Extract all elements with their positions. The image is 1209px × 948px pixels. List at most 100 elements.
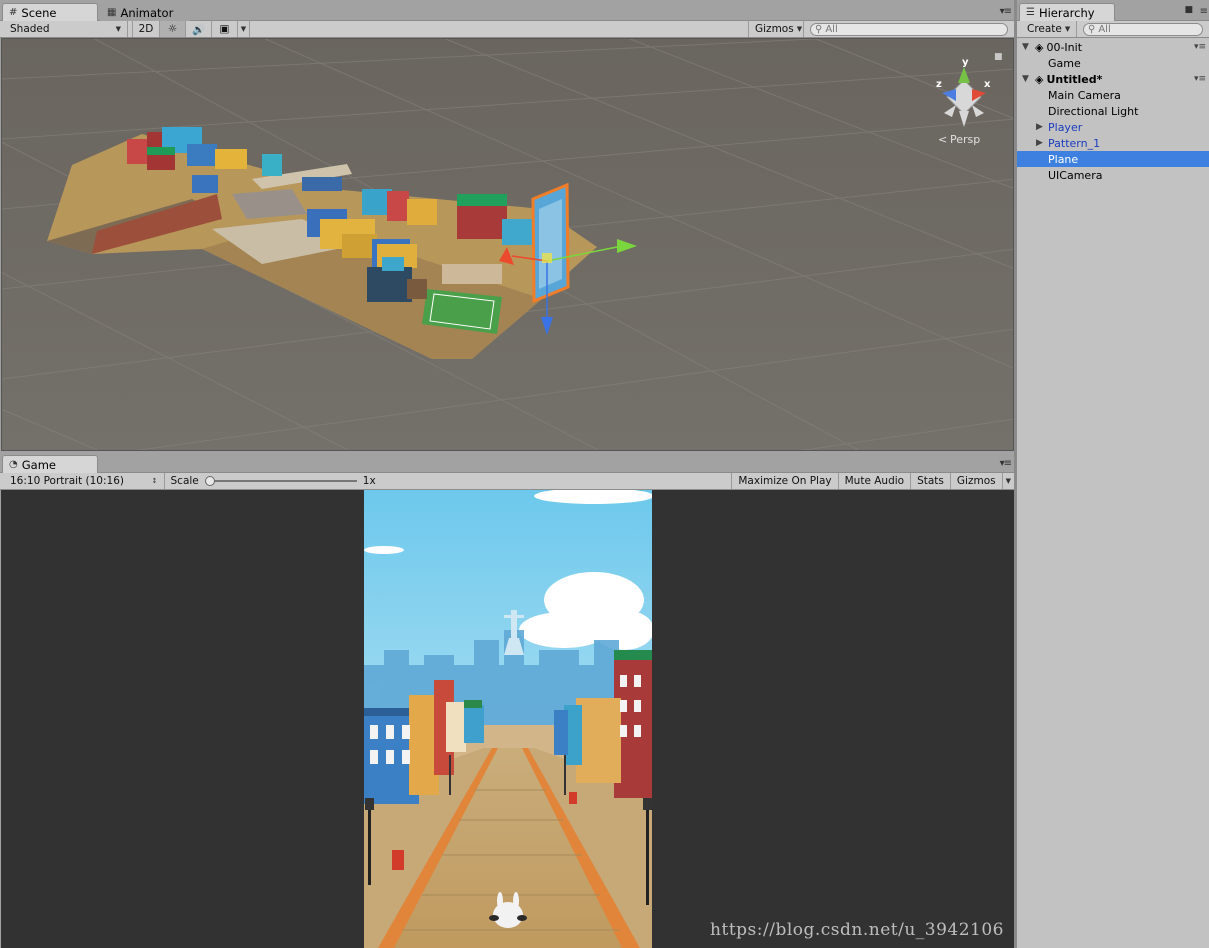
scene-render[interactable]: y x z ■ Persp < — [2, 39, 1014, 451]
hierarchy-item-label: Untitled* — [1046, 72, 1103, 86]
draw-mode-dropdown[interactable]: Shaded ▼ — [0, 21, 128, 37]
gizmo-x-label: x — [984, 79, 991, 90]
hierarchy-item-player[interactable]: ▶ Player — [1017, 119, 1209, 135]
tab-hierarchy[interactable]: ☰ Hierarchy — [1019, 3, 1115, 21]
collapsed-triangle-icon[interactable]: ▶ — [1036, 122, 1043, 132]
game-render — [364, 490, 652, 948]
chevron-down-icon: ▼ — [1064, 25, 1071, 33]
hierarchy-panel-menu-icon[interactable]: ≡ — [1200, 6, 1208, 17]
search-icon: ⚲ — [1088, 24, 1096, 35]
lock-icon: ■ — [994, 52, 1003, 62]
sun-icon: ☼ — [167, 23, 178, 35]
scene-panel-menu-icon[interactable]: ▾≡ — [1000, 6, 1012, 17]
chevron-updown-icon: ↕ — [151, 477, 158, 485]
scene-search-placeholder: All — [825, 24, 838, 35]
hierarchy-search-placeholder: All — [1098, 24, 1111, 35]
scene-effects-dropdown[interactable]: ▼ — [238, 21, 250, 37]
tab-game[interactable]: ◔ Game — [2, 455, 98, 473]
game-screen[interactable] — [364, 490, 652, 948]
watermark: https://blog.csdn.net/u_3942106 — [710, 920, 1004, 940]
game-gizmos-toggle[interactable]: Gizmos — [951, 473, 1003, 489]
create-label: Create — [1027, 23, 1062, 35]
chevron-down-icon: ▼ — [240, 25, 247, 33]
scale-value: 1x — [362, 475, 376, 487]
expanded-triangle-icon[interactable]: ▼ — [1022, 42, 1029, 52]
hierarchy-scene-00-init[interactable]: ▼ ◈ 00-Init ▾≡ — [1017, 39, 1209, 55]
lock-icon[interactable]: ■ — [1184, 5, 1193, 15]
scene-tabstrip: # Scene ▦ Animator ▾≡ — [0, 0, 1014, 21]
gizmo-z-label: z — [936, 79, 942, 90]
hierarchy-toolbar: Create ▼ ⚲ All — [1017, 21, 1209, 38]
scene-gizmos-dropdown[interactable]: Gizmos ▼ — [748, 21, 804, 37]
chevron-left-icon: < — [938, 133, 947, 146]
hierarchy-item-label: Game — [1048, 56, 1081, 70]
mode-2d-button[interactable]: 2D — [132, 21, 160, 37]
game-panel-menu-icon[interactable]: ▾≡ — [1000, 458, 1012, 469]
hierarchy-tabstrip: ☰ Hierarchy ■ ≡ — [1017, 0, 1209, 21]
hierarchy-item-game[interactable]: Game — [1017, 55, 1209, 71]
hierarchy-item-directional-light[interactable]: Directional Light — [1017, 103, 1209, 119]
mute-audio-label: Mute Audio — [844, 475, 905, 487]
hierarchy-item-plane[interactable]: Plane — [1017, 151, 1209, 167]
maximize-on-play-label: Maximize On Play — [738, 475, 832, 487]
chevron-down-icon: ▼ — [1005, 477, 1011, 485]
search-icon: ⚲ — [815, 24, 823, 35]
game-viewport[interactable]: https://blog.csdn.net/u_3942106 — [1, 490, 1014, 948]
expanded-triangle-icon[interactable]: ▼ — [1022, 74, 1029, 84]
chevron-down-icon: ▼ — [796, 25, 803, 33]
scale-slider-thumb[interactable] — [204, 476, 215, 486]
scale-label: Scale — [170, 475, 199, 487]
tab-hierarchy-label: Hierarchy — [1038, 5, 1095, 20]
scene-search-input[interactable]: ⚲ All — [810, 23, 1008, 36]
create-dropdown[interactable]: Create ▼ — [1017, 21, 1077, 37]
speaker-icon: 🔊 — [191, 23, 206, 36]
mute-audio-toggle[interactable]: Mute Audio — [839, 473, 912, 489]
list-icon: ☰ — [1026, 7, 1035, 18]
game-gizmos-dropdown[interactable]: ▼ — [1003, 473, 1014, 489]
hierarchy-item-label: Main Camera — [1048, 88, 1121, 102]
grid-icon: # — [9, 7, 18, 18]
scene-lighting-button[interactable]: ☼ — [160, 21, 186, 37]
hierarchy-tree: ▼ ◈ 00-Init ▾≡ Game ▼ ◈ Untitled* ▾≡ Mai… — [1017, 38, 1209, 948]
hierarchy-item-main-camera[interactable]: Main Camera — [1017, 87, 1209, 103]
game-toolbar: 16:10 Portrait (10:16) ↕ Scale 1x Maximi… — [0, 473, 1014, 490]
tab-scene[interactable]: # Scene — [2, 3, 98, 21]
chevron-down-icon: ▼ — [115, 25, 121, 33]
scene-toolbar: Shaded ▼ 2D ☼ 🔊 ▣ ▼ Gizmos ▼ ⚲ All — [0, 21, 1014, 38]
hierarchy-search-input[interactable]: ⚲ All — [1083, 23, 1203, 36]
gizmo-y-label: y — [962, 57, 969, 68]
collapsed-triangle-icon[interactable]: ▶ — [1036, 138, 1043, 148]
hierarchy-item-pattern-1[interactable]: ▶ Pattern_1 — [1017, 135, 1209, 151]
selected-plane — [531, 182, 570, 304]
hierarchy-item-label: 00-Init — [1046, 40, 1083, 54]
mode-2d-label: 2D — [138, 23, 154, 35]
stats-toggle[interactable]: Stats — [911, 473, 951, 489]
hierarchy-item-label: Pattern_1 — [1048, 136, 1101, 150]
tab-animator-label: Animator — [120, 5, 174, 20]
draw-mode-label: Shaded — [10, 23, 50, 35]
projection-label: Persp — [950, 133, 980, 146]
aspect-label: 16:10 Portrait (10:16) — [10, 475, 124, 487]
unity-scene-icon: ◈ — [1035, 72, 1044, 86]
scene-menu-icon[interactable]: ▾≡ — [1194, 42, 1206, 52]
hierarchy-item-label: UICamera — [1048, 168, 1103, 182]
scale-slider[interactable] — [204, 476, 357, 486]
image-icon: ▣ — [219, 23, 230, 35]
unity-scene-icon: ◈ — [1035, 40, 1044, 54]
hierarchy-item-label: Plane — [1048, 152, 1079, 166]
hierarchy-item-uicamera[interactable]: UICamera — [1017, 167, 1209, 183]
aspect-dropdown[interactable]: 16:10 Portrait (10:16) ↕ — [0, 473, 165, 489]
scene-audio-button[interactable]: 🔊 — [186, 21, 212, 37]
scene-viewport[interactable]: y x z ■ Persp < — [1, 38, 1014, 451]
scene-menu-icon[interactable]: ▾≡ — [1194, 74, 1206, 84]
hierarchy-item-label: Player — [1048, 120, 1083, 134]
game-tabstrip: ◔ Game ▾≡ — [0, 452, 1014, 473]
hierarchy-scene-untitled[interactable]: ▼ ◈ Untitled* ▾≡ — [1017, 71, 1209, 87]
tab-animator[interactable]: ▦ Animator — [100, 3, 190, 21]
game-gizmos-label: Gizmos — [956, 475, 996, 487]
pacman-icon: ◔ — [9, 459, 18, 470]
maximize-on-play-toggle[interactable]: Maximize On Play — [731, 473, 839, 489]
animator-icon: ▦ — [107, 7, 117, 18]
stats-label: Stats — [917, 475, 944, 487]
scene-effects-button[interactable]: ▣ — [212, 21, 238, 37]
